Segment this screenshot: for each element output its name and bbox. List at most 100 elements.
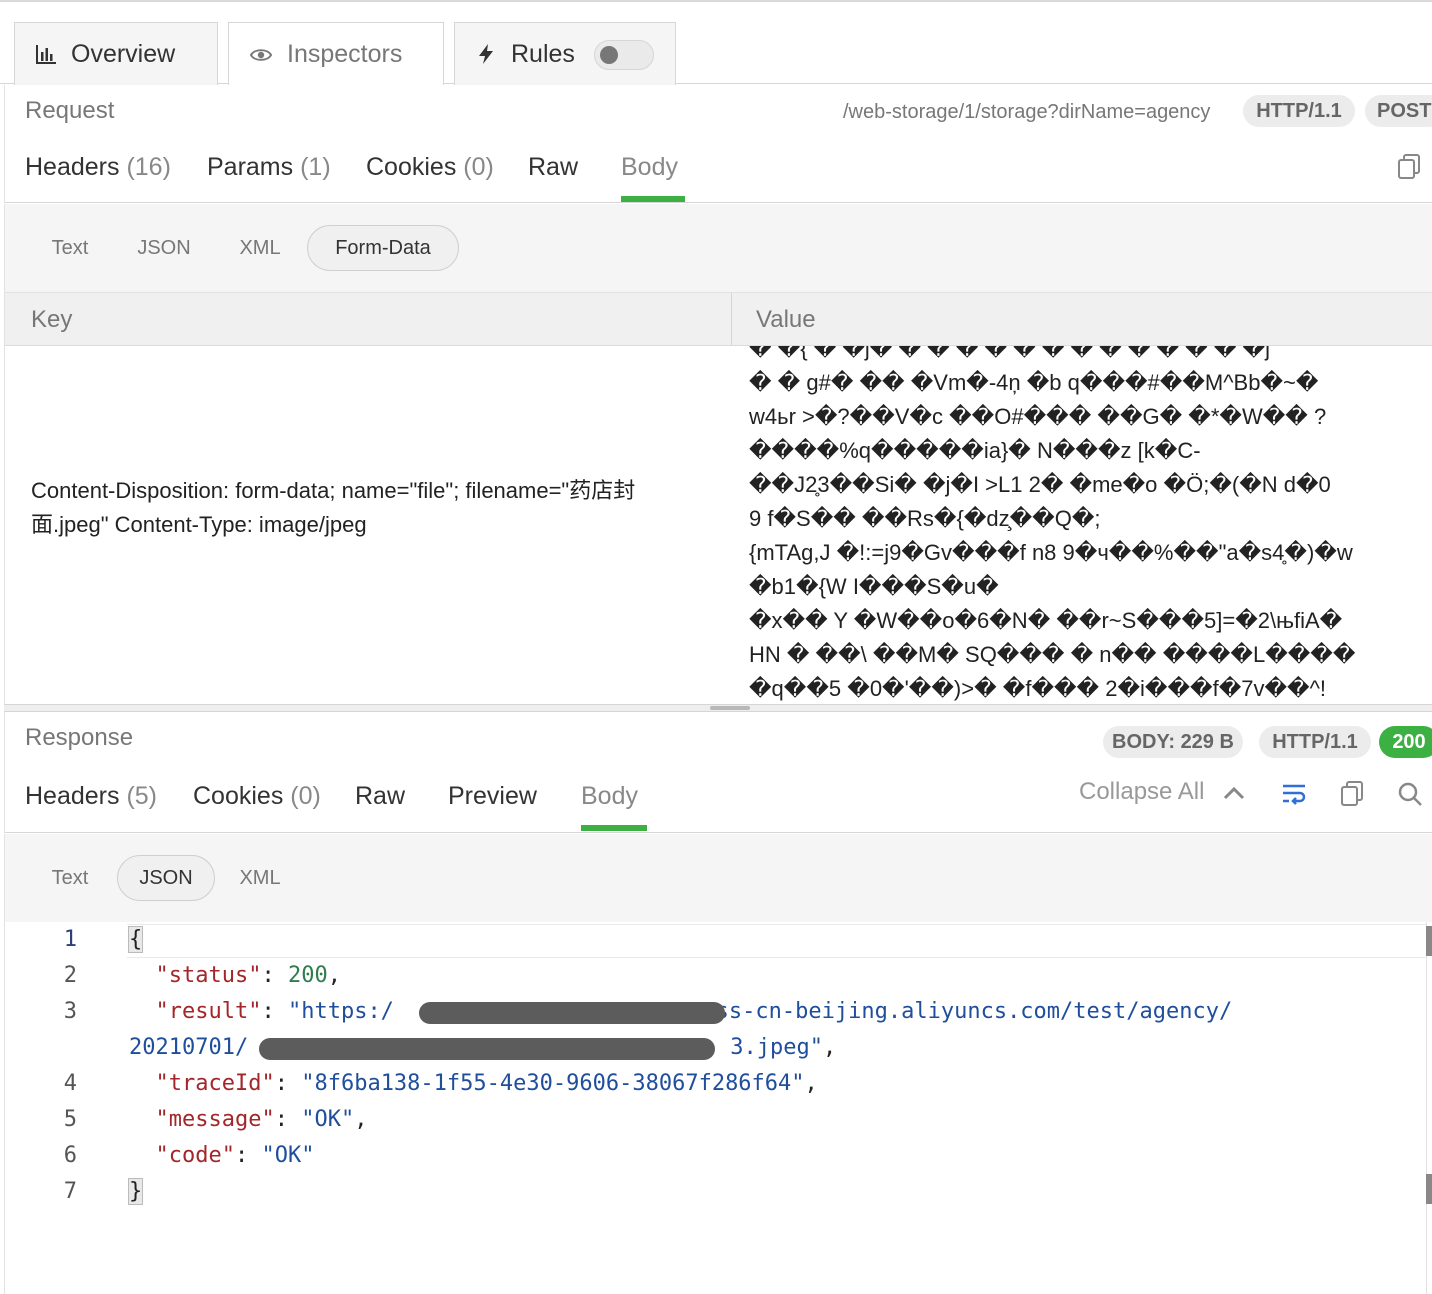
splitter-grip[interactable] (710, 706, 750, 710)
request-type-json[interactable]: JSON (129, 225, 199, 271)
request-tab-body-label: Body (621, 153, 678, 181)
tab-inspectors[interactable]: Inspectors (228, 22, 444, 86)
code-line-4: "traceId": "8f6ba138-1f55-4e30-9606-3806… (155, 1071, 818, 1096)
json-code-editor[interactable]: 1 2 3 4 5 6 7 { "status": 200, "result":… (4, 922, 1432, 1294)
value-line: w4ьr >�?��V�c ��O#��� ��G� �*�W�� ? (749, 404, 1327, 429)
close-brace: } (127, 1178, 144, 1205)
json-value-traceid: "8f6ba138-1f55-4e30-9606-38067f286f64" (301, 1071, 805, 1096)
value-line: � � g#� �� �Vm�-4ņ �b q���#��M^Bb�~� (749, 370, 1319, 395)
main-tab-strip: Overview Inspectors Rules (0, 2, 1432, 86)
tab-overview-label: Overview (71, 39, 176, 68)
response-tab-body-label: Body (581, 782, 638, 810)
search-icon[interactable] (1397, 781, 1423, 807)
code-line-6: "code": "OK" (155, 1143, 315, 1168)
scrollbar-marker (1426, 1174, 1432, 1204)
response-tab-body[interactable]: Body (581, 782, 647, 831)
word-wrap-icon[interactable] (1281, 781, 1307, 807)
response-status-badge: 200 (1379, 726, 1432, 758)
code-line-1: { (127, 926, 144, 953)
response-title: Response (25, 724, 134, 751)
form-data-row: Content-Disposition: form-data; name="fi… (5, 346, 1432, 704)
code-line-7: } (127, 1178, 144, 1205)
json-value-message: "OK" (301, 1107, 355, 1132)
code-line-2: "status": 200, (155, 963, 341, 988)
column-divider[interactable] (731, 293, 732, 347)
json-key-traceid: "traceId" (155, 1071, 275, 1096)
response-tab-cookies-count: (0) (290, 782, 321, 810)
editor-scrollbar[interactable] (1426, 922, 1432, 1294)
value-line: 9 f�S�� ��Rs�{�dz̧��Q�; (749, 506, 1101, 531)
panel-splitter[interactable] (4, 704, 1432, 712)
eye-icon (249, 48, 273, 61)
value-line: � �{ � �j� � � � � � � � � � � � � �j (749, 346, 1270, 361)
line-number: 7 (63, 1179, 77, 1204)
line-number: 1 (63, 927, 77, 952)
value-column-header: Value (756, 306, 816, 333)
key-column-header: Key (31, 306, 73, 333)
request-type-form-data[interactable]: Form-Data (307, 225, 459, 271)
request-tab-params[interactable]: Params (1) (207, 153, 331, 182)
response-tab-cookies[interactable]: Cookies (0) (193, 782, 321, 811)
form-data-table-header: Key Value (5, 292, 1432, 347)
request-body-type-bar: Text JSON XML Form-Data (4, 204, 1432, 292)
copy-icon[interactable] (1339, 781, 1365, 807)
tab-overview[interactable]: Overview (14, 22, 218, 85)
request-tab-body[interactable]: Body (621, 153, 685, 202)
line-number: 3 (63, 999, 77, 1024)
json-value-result-host: e.oss-cn-beijing.aliyuncs.com/test/agenc… (675, 999, 1233, 1024)
response-type-xml[interactable]: XML (227, 855, 293, 901)
line-number: 2 (63, 963, 77, 988)
response-type-json[interactable]: JSON (117, 855, 215, 901)
request-type-xml[interactable]: XML (227, 225, 293, 271)
collapse-all-label: Collapse All (1079, 778, 1205, 805)
lightning-icon (479, 44, 493, 64)
tab-rules-label: Rules (511, 39, 575, 68)
redaction-mark (419, 1002, 725, 1024)
json-key-result: "result" (155, 999, 262, 1024)
redaction-mark (259, 1038, 715, 1060)
value-line: {mTAg,J �!:=j9�Gv���f n8 9�ч��%��"a�s4̥�… (749, 540, 1353, 565)
value-line: HN � ��\ ��M� SQ��� � n�� ����L���� (749, 642, 1356, 667)
json-value-status: 200 (287, 963, 328, 988)
response-tab-raw-label: Raw (355, 782, 406, 810)
response-body-type-bar: Text JSON XML (4, 834, 1432, 922)
response-tab-raw[interactable]: Raw (355, 782, 405, 811)
response-tab-headers[interactable]: Headers (5) (25, 782, 157, 811)
request-tab-cookies-label: Cookies (366, 153, 457, 181)
request-panel-header: Request /web-storage/1/storage?dirName=a… (4, 85, 1432, 203)
response-tab-headers-label: Headers (25, 782, 120, 810)
value-line: ��J2̥3��Si� �j�I >L1 2� �me�o �Ö;�(�N d�… (749, 472, 1331, 497)
tab-rules[interactable]: Rules (454, 22, 676, 85)
collapse-all-button[interactable]: Collapse All (1079, 778, 1245, 806)
open-brace: { (127, 926, 144, 953)
response-type-text[interactable]: Text (37, 855, 103, 901)
json-value-code: "OK" (261, 1143, 315, 1168)
response-panel-header: Response BODY: 229 B HTTP/1.1 200 Header… (4, 712, 1432, 833)
response-tab-preview-label: Preview (448, 782, 537, 810)
scrollbar-marker (1426, 926, 1432, 956)
line-number: 4 (63, 1071, 77, 1096)
form-data-value: � �{ � �j� � � � � � � � � � � � � �j � … (749, 346, 1429, 704)
request-url: /web-storage/1/storage?dirName=agency (843, 101, 1211, 123)
request-tab-raw[interactable]: Raw (528, 153, 578, 182)
request-type-text[interactable]: Text (37, 225, 103, 271)
response-tab-headers-count: (5) (126, 782, 158, 810)
json-value-result-date: 20210701/ (129, 1035, 249, 1060)
code-line-5: "message": "OK", (155, 1107, 368, 1132)
request-tab-headers-label: Headers (25, 153, 120, 181)
request-tab-headers[interactable]: Headers (16) (25, 153, 171, 182)
json-key-message: "message" (155, 1107, 275, 1132)
line-number: 6 (63, 1143, 77, 1168)
request-title: Request (25, 97, 115, 124)
current-line-highlight (127, 924, 1427, 958)
rules-toggle[interactable] (594, 40, 654, 70)
response-tab-preview[interactable]: Preview (448, 782, 537, 811)
form-data-key: Content-Disposition: form-data; name="fi… (31, 478, 636, 537)
request-tab-cookies[interactable]: Cookies (0) (366, 153, 494, 182)
chevron-up-icon (1224, 786, 1245, 799)
response-protocol-badge: HTTP/1.1 (1259, 726, 1371, 758)
bar-chart-icon (36, 45, 56, 64)
line-number: 5 (63, 1107, 77, 1132)
value-line: ����%q�����ia}� N���z [k�C- (749, 438, 1201, 463)
copy-icon[interactable] (1397, 154, 1421, 180)
